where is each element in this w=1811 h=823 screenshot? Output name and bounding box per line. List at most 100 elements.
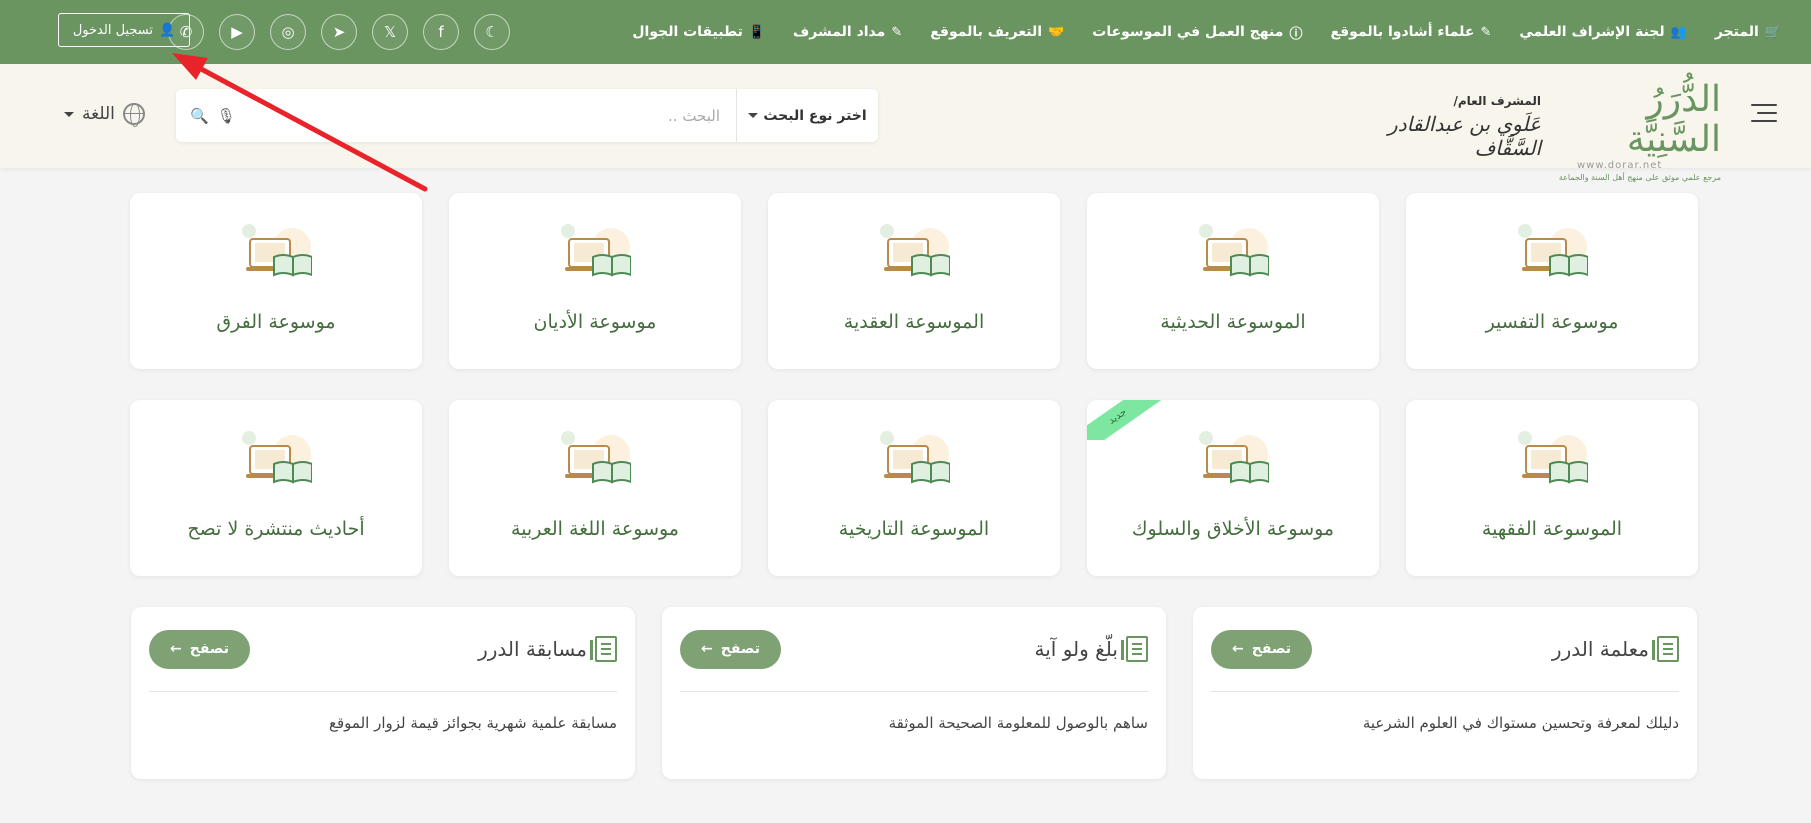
encyclopedia-title: الموسوعة الفقهية	[1481, 518, 1623, 540]
user-icon: 👤	[158, 22, 176, 38]
encyclopedia-card[interactable]: موسوعة اللغة العربية	[449, 400, 741, 576]
encyclopedia-card[interactable]: موسوعة الأديان	[449, 193, 741, 369]
encyclopedia-title: الموسوعة الحديثية	[1160, 311, 1306, 333]
handshake-icon: 🤝	[1048, 24, 1065, 40]
logo-tagline: مرجع علمي موثق على منهج أهل السنة والجما…	[1558, 173, 1721, 182]
encyclopedia-card[interactable]: موسوعة الأخلاق والسلوك جديد	[1087, 400, 1379, 576]
edit-icon: ✎	[891, 24, 903, 40]
service-card: معلمة الدرر تصفح ← دليلك لمعرفة وتحسين مستو…	[1193, 607, 1697, 779]
encyclopedia-card[interactable]: الموسوعة الفقهية	[1406, 400, 1698, 576]
service-title: مسابقة الدرر	[478, 636, 617, 662]
browse-button[interactable]: تصفح ←	[680, 629, 781, 669]
service-title-text: معلمة الدرر	[1551, 637, 1649, 661]
service-card: مسابقة الدرر تصفح ← مسابقة علمية شهرية بجوا…	[131, 607, 635, 779]
laptop-book-icon	[1199, 430, 1270, 490]
document-icon	[1121, 636, 1148, 662]
logo-title: الدُّرَرُ السَّنِيَّة	[1626, 79, 1721, 160]
top-nav-scholars-praise[interactable]: ✎ علماء أشادوا بالموقع	[1330, 24, 1491, 40]
encyclopedia-card[interactable]: الموسوعة العقدية	[768, 193, 1060, 369]
encyclopedia-card[interactable]: الموسوعة الحديثية	[1087, 193, 1379, 369]
laptop-book-icon	[880, 223, 951, 283]
mobile-icon: 📱	[748, 24, 766, 40]
top-nav-supervisor-ink[interactable]: ✎ مداد المشرف	[793, 24, 902, 40]
service-title: بلّغ ولو آية	[1035, 636, 1148, 662]
top-nav-store[interactable]: 🛒 المتجر	[1715, 24, 1781, 40]
browse-button[interactable]: تصفح ←	[1211, 629, 1312, 669]
top-nav-label: منهج العمل في الموسوعات	[1092, 24, 1284, 40]
service-description: ساهم بالوصول للمعلومة الصحيحة الموثقة	[888, 714, 1148, 732]
globe-icon	[122, 103, 145, 127]
encyclopedia-card[interactable]: موسوعة التفسير	[1406, 193, 1698, 369]
laptop-book-icon	[1518, 430, 1589, 490]
service-title: معلمة الدرر	[1552, 636, 1679, 662]
top-nav-label: تطبيقات الجوال	[632, 24, 743, 40]
encyclopedia-title: موسوعة الفرق	[216, 311, 336, 333]
search-input[interactable]	[235, 89, 736, 142]
document-icon	[590, 636, 617, 662]
encyclopedia-title: موسوعة الأخلاق والسلوك	[1131, 518, 1335, 540]
moon-icon[interactable]: ☾	[474, 14, 510, 50]
search-type-label: اختر نوع البحث	[763, 107, 867, 124]
browse-label: تصفح	[720, 641, 760, 657]
top-nav-label: التعريف بالموقع	[930, 24, 1043, 40]
top-nav-about[interactable]: 🤝 التعريف بالموقع	[930, 24, 1064, 40]
search-icons: 🔍 🎙	[176, 107, 236, 125]
encyclopedia-card[interactable]: موسوعة الفرق	[130, 193, 422, 369]
youtube-icon[interactable]: ▶	[219, 14, 255, 50]
encyclopedia-title: موسوعة الأديان	[533, 311, 657, 333]
language-label: اللغة	[82, 104, 115, 124]
laptop-book-icon	[1518, 223, 1589, 283]
browse-label: تصفح	[189, 641, 229, 657]
x-icon[interactable]: 𝕏	[372, 14, 408, 50]
top-nav: 🛒 المتجر 👥 لجنة الإشراف العلمي ✎ علماء أشاد…	[510, 23, 1781, 42]
facebook-icon[interactable]: f	[423, 14, 459, 50]
encyclopedia-card[interactable]: أحاديث منتشرة لا تصح	[130, 400, 422, 576]
service-card: بلّغ ولو آية تصفح ← ساهم بالوصول للمعلومة ا…	[662, 607, 1166, 779]
laptop-book-icon	[1199, 223, 1270, 283]
encyclopedia-title: موسوعة اللغة العربية	[511, 518, 679, 540]
logo-url: www.dorar.net	[1577, 160, 1663, 171]
arrow-left-icon: ←	[1232, 641, 1244, 657]
hamburger-menu-icon[interactable]	[1751, 104, 1777, 122]
supervisor-info: المشرف العام/ عَلَوي بن عبدالقادر السَّق…	[1351, 94, 1541, 160]
top-nav-mobile-apps[interactable]: 📱 تطبيقات الجوال	[632, 24, 765, 40]
top-nav-label: علماء أشادوا بالموقع	[1330, 24, 1475, 40]
telegram-icon[interactable]: ➤	[321, 14, 357, 50]
users-icon: 👥	[1670, 24, 1687, 40]
browse-button[interactable]: تصفح ←	[149, 629, 250, 669]
laptop-book-icon	[880, 430, 951, 490]
supervisor-name: عَلَوي بن عبدالقادر السَّقَّاف	[1388, 112, 1541, 160]
new-badge: جديد	[1087, 400, 1167, 440]
top-nav-methodology[interactable]: ⓘ منهج العمل في الموسوعات	[1092, 23, 1302, 42]
encyclopedia-title: موسوعة التفسير	[1485, 311, 1619, 333]
laptop-book-icon	[242, 223, 313, 283]
browse-label: تصفح	[1251, 641, 1291, 657]
top-nav-label: مداد المشرف	[793, 24, 886, 40]
login-button[interactable]: 👤 تسجيل الدخول	[58, 13, 190, 47]
top-nav-scientific-committee[interactable]: 👥 لجنة الإشراف العلمي	[1519, 24, 1686, 40]
encyclopedia-card[interactable]: الموسوعة التاريخية	[768, 400, 1060, 576]
laptop-book-icon	[561, 223, 632, 283]
encyclopedia-title: الموسوعة العقدية	[843, 311, 985, 333]
top-nav-label: لجنة الإشراف العلمي	[1519, 24, 1665, 40]
service-title-text: بلّغ ولو آية	[1034, 637, 1118, 661]
service-header: بلّغ ولو آية تصفح ←	[680, 607, 1148, 692]
language-selector[interactable]: اللغة	[64, 103, 145, 127]
edit-icon: ✎	[1480, 24, 1492, 40]
search-type-dropdown[interactable]: اختر نوع البحث	[736, 89, 878, 142]
microphone-icon[interactable]: 🎙	[217, 107, 236, 125]
instagram-icon[interactable]: ◎	[270, 14, 306, 50]
supervisor-label: المشرف العام/	[1453, 94, 1541, 108]
chevron-down-icon	[64, 111, 74, 117]
top-bar: 🛒 المتجر 👥 لجنة الإشراف العلمي ✎ علماء أشاد…	[0, 0, 1811, 64]
site-logo[interactable]: الدُّرَرُ السَّنِيَّة www.dorar.net مرجع…	[1551, 80, 1721, 183]
cart-icon: 🛒	[1764, 24, 1781, 40]
laptop-book-icon	[242, 430, 313, 490]
encyclopedia-title: الموسوعة التاريخية	[838, 518, 990, 540]
search-icon[interactable]: 🔍	[190, 107, 209, 125]
search-box: اختر نوع البحث 🔍 🎙	[176, 89, 878, 142]
service-title-text: مسابقة الدرر	[478, 637, 587, 661]
encyclopedia-title: أحاديث منتشرة لا تصح	[187, 518, 365, 540]
service-description: دليلك لمعرفة وتحسين مستواك في العلوم الش…	[1362, 714, 1679, 732]
arrow-left-icon: ←	[701, 641, 713, 657]
